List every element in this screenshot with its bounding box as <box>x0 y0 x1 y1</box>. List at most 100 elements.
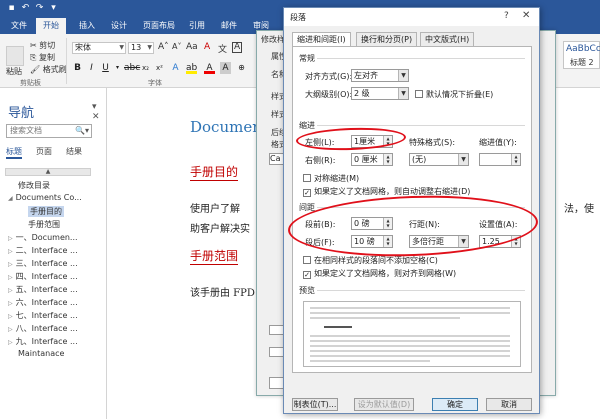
underline-icon[interactable]: U <box>100 62 111 74</box>
divider <box>317 58 525 59</box>
nav-item-label: 六、Interface ... <box>15 298 78 307</box>
nav-item[interactable]: ▷ 一、Documen... <box>8 232 78 243</box>
preview-line <box>310 350 510 352</box>
chevron-down-icon[interactable]: ▾ <box>112 62 123 74</box>
indent-right-spinner[interactable]: 0 厘米 ▲ ▼ <box>351 153 393 166</box>
nav-item[interactable]: ▷ 三、Interface ... <box>8 258 78 269</box>
nav-item[interactable]: ▷ 九、Interface ... <box>8 336 78 347</box>
font-size-select[interactable]: 13 ▼ <box>128 42 154 54</box>
nav-item-selected[interactable]: 手册目的 <box>28 206 64 217</box>
collapse-by-default-checkbox[interactable]: 默认情况下折叠(E) <box>415 89 493 100</box>
snap-to-grid-label: 如果定义了文档网格，则对齐到网格(W) <box>314 269 457 278</box>
mirror-indents-checkbox[interactable]: 对称缩进(M) <box>303 173 359 184</box>
nav-tab-headings[interactable]: 标题 <box>6 146 22 159</box>
styles-gallery[interactable]: AaBbCc 标题 2 <box>563 41 600 69</box>
group-divider <box>66 38 67 84</box>
cut-button[interactable]: ✂ 剪切 <box>30 40 55 51</box>
help-icon[interactable]: ? <box>504 11 509 21</box>
redo-icon[interactable]: ↷ <box>34 3 45 14</box>
char-border-icon[interactable]: A <box>232 42 243 53</box>
enclose-char-icon[interactable]: ⊕ <box>236 62 247 74</box>
cancel-button[interactable]: 取消 <box>486 398 532 411</box>
phonetic-icon[interactable]: 文 <box>218 42 227 55</box>
tab-indents-spacing[interactable]: 缩进和间距(I) <box>292 32 351 47</box>
nav-item[interactable]: Maintanace <box>18 349 64 358</box>
nav-item[interactable]: ▷ 六、Interface ... <box>8 297 78 308</box>
chevron-down-icon: ▼ <box>458 154 468 165</box>
nav-item[interactable]: ▷ 七、Interface ... <box>8 310 78 321</box>
nav-item[interactable]: 修改目录 <box>18 180 50 191</box>
preview-line-current <box>324 326 352 328</box>
triangle-right-icon: ▷ <box>8 287 13 294</box>
nav-item[interactable]: ▷ 四、Interface ... <box>8 271 78 282</box>
tab-mailings[interactable]: 邮件 <box>214 18 244 34</box>
nav-item[interactable]: ▷ 五、Interface ... <box>8 284 78 295</box>
checkbox-box <box>415 90 423 98</box>
shrink-font-icon[interactable]: A˅ <box>172 42 181 51</box>
close-icon[interactable]: ▾ ✕ <box>92 102 106 122</box>
italic-icon[interactable]: I <box>86 62 97 74</box>
alignment-select[interactable]: 左对齐 ▼ <box>351 69 409 82</box>
nav-item[interactable]: 手册范围 <box>28 219 60 230</box>
copy-button[interactable]: ⎘ 复制 <box>30 52 55 63</box>
strikethrough-icon[interactable]: abc <box>124 62 140 74</box>
font-name-select[interactable]: 宋体 ▼ <box>72 42 126 54</box>
nav-tab-results[interactable]: 结果 <box>66 146 82 157</box>
font-color-icon[interactable]: A <box>204 62 215 74</box>
spinner-arrows-icon[interactable]: ▲ ▼ <box>383 154 392 165</box>
snap-to-grid-checkbox[interactable]: ✓ 如果定义了文档网格，则对齐到网格(W) <box>303 268 456 279</box>
nav-item[interactable]: ◢ Documents Co... <box>8 193 82 202</box>
copy-icon: ⎘ <box>30 53 37 62</box>
tab-insert[interactable]: 插入 <box>72 18 102 34</box>
nav-item-label: 四、Interface ... <box>15 272 78 281</box>
divider <box>317 125 525 126</box>
triangle-right-icon: ▷ <box>8 274 13 281</box>
paste-button[interactable]: 粘贴 <box>6 66 22 77</box>
chevron-down-icon[interactable]: ▾ <box>48 3 59 14</box>
special-indent-select[interactable]: (无) ▼ <box>409 153 469 166</box>
paste-icon[interactable] <box>6 46 24 66</box>
highlight-icon[interactable]: ab <box>186 62 197 74</box>
grow-font-icon[interactable]: A˄ <box>158 42 169 52</box>
subscript-icon[interactable]: x₂ <box>140 62 151 74</box>
save-icon[interactable]: ▪ <box>6 3 17 14</box>
tab-file[interactable]: 文件 <box>4 18 34 34</box>
nav-item[interactable]: ▷ 八、Interface ... <box>8 323 78 334</box>
nav-item-label: 五、Interface ... <box>15 285 78 294</box>
nav-collapse-up-icon[interactable]: ▲ <box>5 168 91 176</box>
nav-tab-pages[interactable]: 页面 <box>36 146 52 157</box>
nav-search-input[interactable]: 搜索文档 🔍▾ <box>6 124 92 138</box>
tab-asian-typography[interactable]: 中文版式(H) <box>420 32 475 46</box>
preview-line <box>310 312 510 314</box>
triangle-right-icon: ▷ <box>8 313 13 320</box>
tab-line-page-breaks[interactable]: 换行和分页(P) <box>356 32 418 46</box>
tabs-button[interactable]: 制表位(T)... <box>292 398 338 411</box>
tab-references[interactable]: 引用 <box>182 18 212 34</box>
tab-home[interactable]: 开始 <box>36 18 66 34</box>
ok-button[interactable]: 确定 <box>432 398 478 411</box>
nav-item[interactable]: ▷ 二、Interface ... <box>8 245 78 256</box>
triangle-right-icon: ▷ <box>8 326 13 333</box>
triangle-right-icon: ▷ <box>8 261 13 268</box>
spinner-arrows-icon[interactable]: ▲ ▼ <box>511 154 520 165</box>
change-case-icon[interactable]: Aa <box>186 42 198 52</box>
close-icon[interactable]: ✕ <box>522 10 530 21</box>
auto-adjust-label: 如果定义了文档网格，则自动调整右缩进(D) <box>314 187 471 196</box>
superscript-icon[interactable]: x² <box>154 62 165 74</box>
char-shading-icon[interactable]: A <box>220 62 231 74</box>
tab-design[interactable]: 设计 <box>104 18 134 34</box>
text-effects-icon[interactable]: A <box>170 62 181 74</box>
bold-icon[interactable]: B <box>72 62 83 74</box>
tab-layout[interactable]: 页面布局 <box>136 18 182 34</box>
indent-amount-spinner[interactable]: ▲ ▼ <box>479 153 521 166</box>
search-icon[interactable]: 🔍▾ <box>75 125 89 137</box>
format-painter-button[interactable]: 🖌 格式刷 <box>30 64 67 75</box>
outline-level-value: 2 级 <box>354 89 370 98</box>
clear-format-icon[interactable]: A <box>204 42 210 52</box>
general-section-title: 常规 <box>299 54 315 63</box>
no-space-same-style-checkbox[interactable]: 在相同样式的段落间不添加空格(C) <box>303 255 438 266</box>
set-default-button[interactable]: 设为默认值(D) <box>354 398 414 411</box>
undo-icon[interactable]: ↶ <box>20 3 31 14</box>
outline-level-select[interactable]: 2 级 ▼ <box>351 87 409 100</box>
chevron-down-icon: ▼ <box>147 44 152 51</box>
